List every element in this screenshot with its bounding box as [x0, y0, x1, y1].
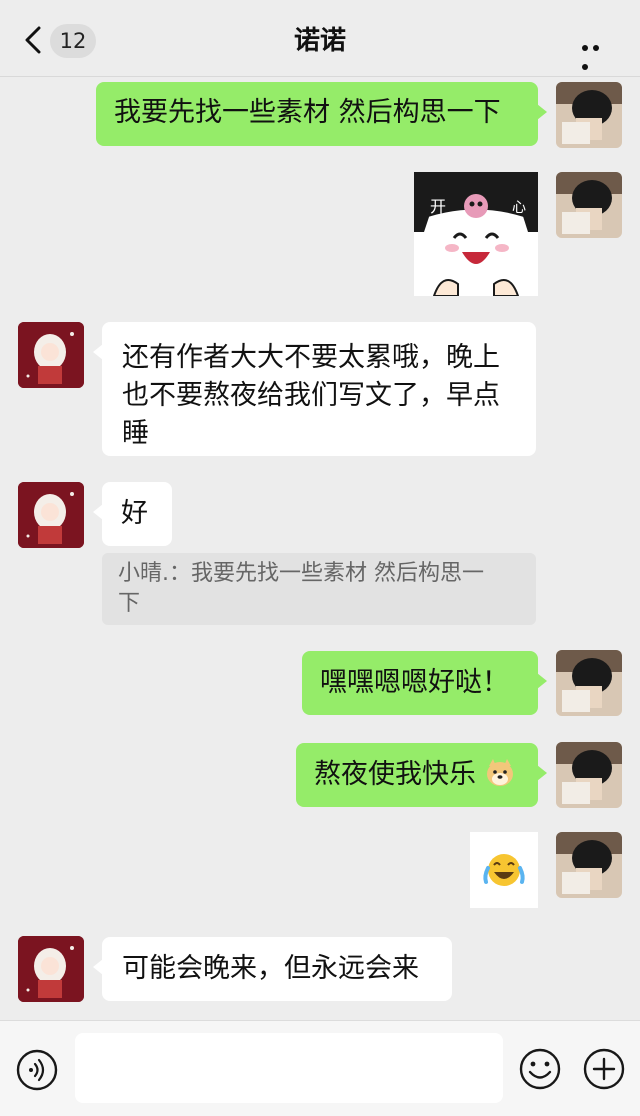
input-bar [0, 1020, 640, 1116]
sticker-text-left: 开 [430, 197, 446, 216]
message-text-line: 也不要熬夜给我们写文了，早点 [122, 380, 500, 411]
voice-icon[interactable] [16, 1049, 58, 1091]
message-bubble-self[interactable]: 我要先找一些素材 然后构思一下 [96, 82, 547, 146]
self-avatar[interactable] [556, 742, 622, 808]
message-input[interactable] [75, 1033, 503, 1103]
quoted-message[interactable]: 小晴.：我要先找一些素材 然后构思一 下 [102, 553, 536, 625]
self-avatar[interactable] [556, 172, 622, 238]
message-bubble-other[interactable]: 还有作者大大不要太累哦，晚上 也不要熬夜给我们写文了，早点 睡 [93, 322, 536, 456]
kuromi-sticker[interactable]: 开 心 [414, 172, 538, 296]
self-avatar[interactable] [556, 832, 622, 898]
contact-avatar[interactable] [18, 322, 84, 388]
contact-avatar[interactable] [18, 482, 84, 548]
quote-text-line: 小晴.：我要先找一些素材 然后构思一 [118, 561, 484, 586]
sticker-text-right: 心 [512, 200, 526, 216]
message-bubble-self[interactable]: 熬夜使我快乐 [296, 743, 547, 807]
message-text-line: 还有作者大大不要太累哦，晚上 [122, 342, 500, 373]
message-bubble-self[interactable]: 嘿嘿嗯嗯好哒！ [302, 651, 547, 715]
chat-header: 12 诺诺 [0, 0, 640, 77]
message-text-line: 睡 [122, 418, 149, 449]
message-text: 我要先找一些素材 然后构思一下 [114, 97, 501, 128]
message-text: 熬夜使我快乐 [314, 759, 476, 790]
self-avatar[interactable] [556, 650, 622, 716]
more-dots-icon[interactable] [582, 36, 614, 70]
doge-emoji-icon [486, 759, 513, 786]
chat-title: 诺诺 [293, 26, 346, 56]
emoji-icon[interactable] [518, 1047, 562, 1091]
laughing-crying-emoji-sticker[interactable] [470, 832, 538, 908]
laughing-crying-emoji-icon [483, 854, 525, 886]
message-bubble-other[interactable]: 可能会晚来，但永远会来 [93, 937, 452, 1001]
message-text: 可能会晚来，但永远会来 [122, 953, 419, 984]
message-text: 好 [121, 498, 148, 529]
add-icon[interactable] [582, 1047, 626, 1091]
message-text: 嘿嘿嗯嗯好哒！ [320, 667, 509, 698]
contact-avatar[interactable] [18, 936, 84, 1002]
message-bubble-other[interactable]: 好 [93, 482, 172, 546]
quote-text-line: 下 [118, 591, 141, 616]
self-avatar[interactable] [556, 82, 622, 148]
